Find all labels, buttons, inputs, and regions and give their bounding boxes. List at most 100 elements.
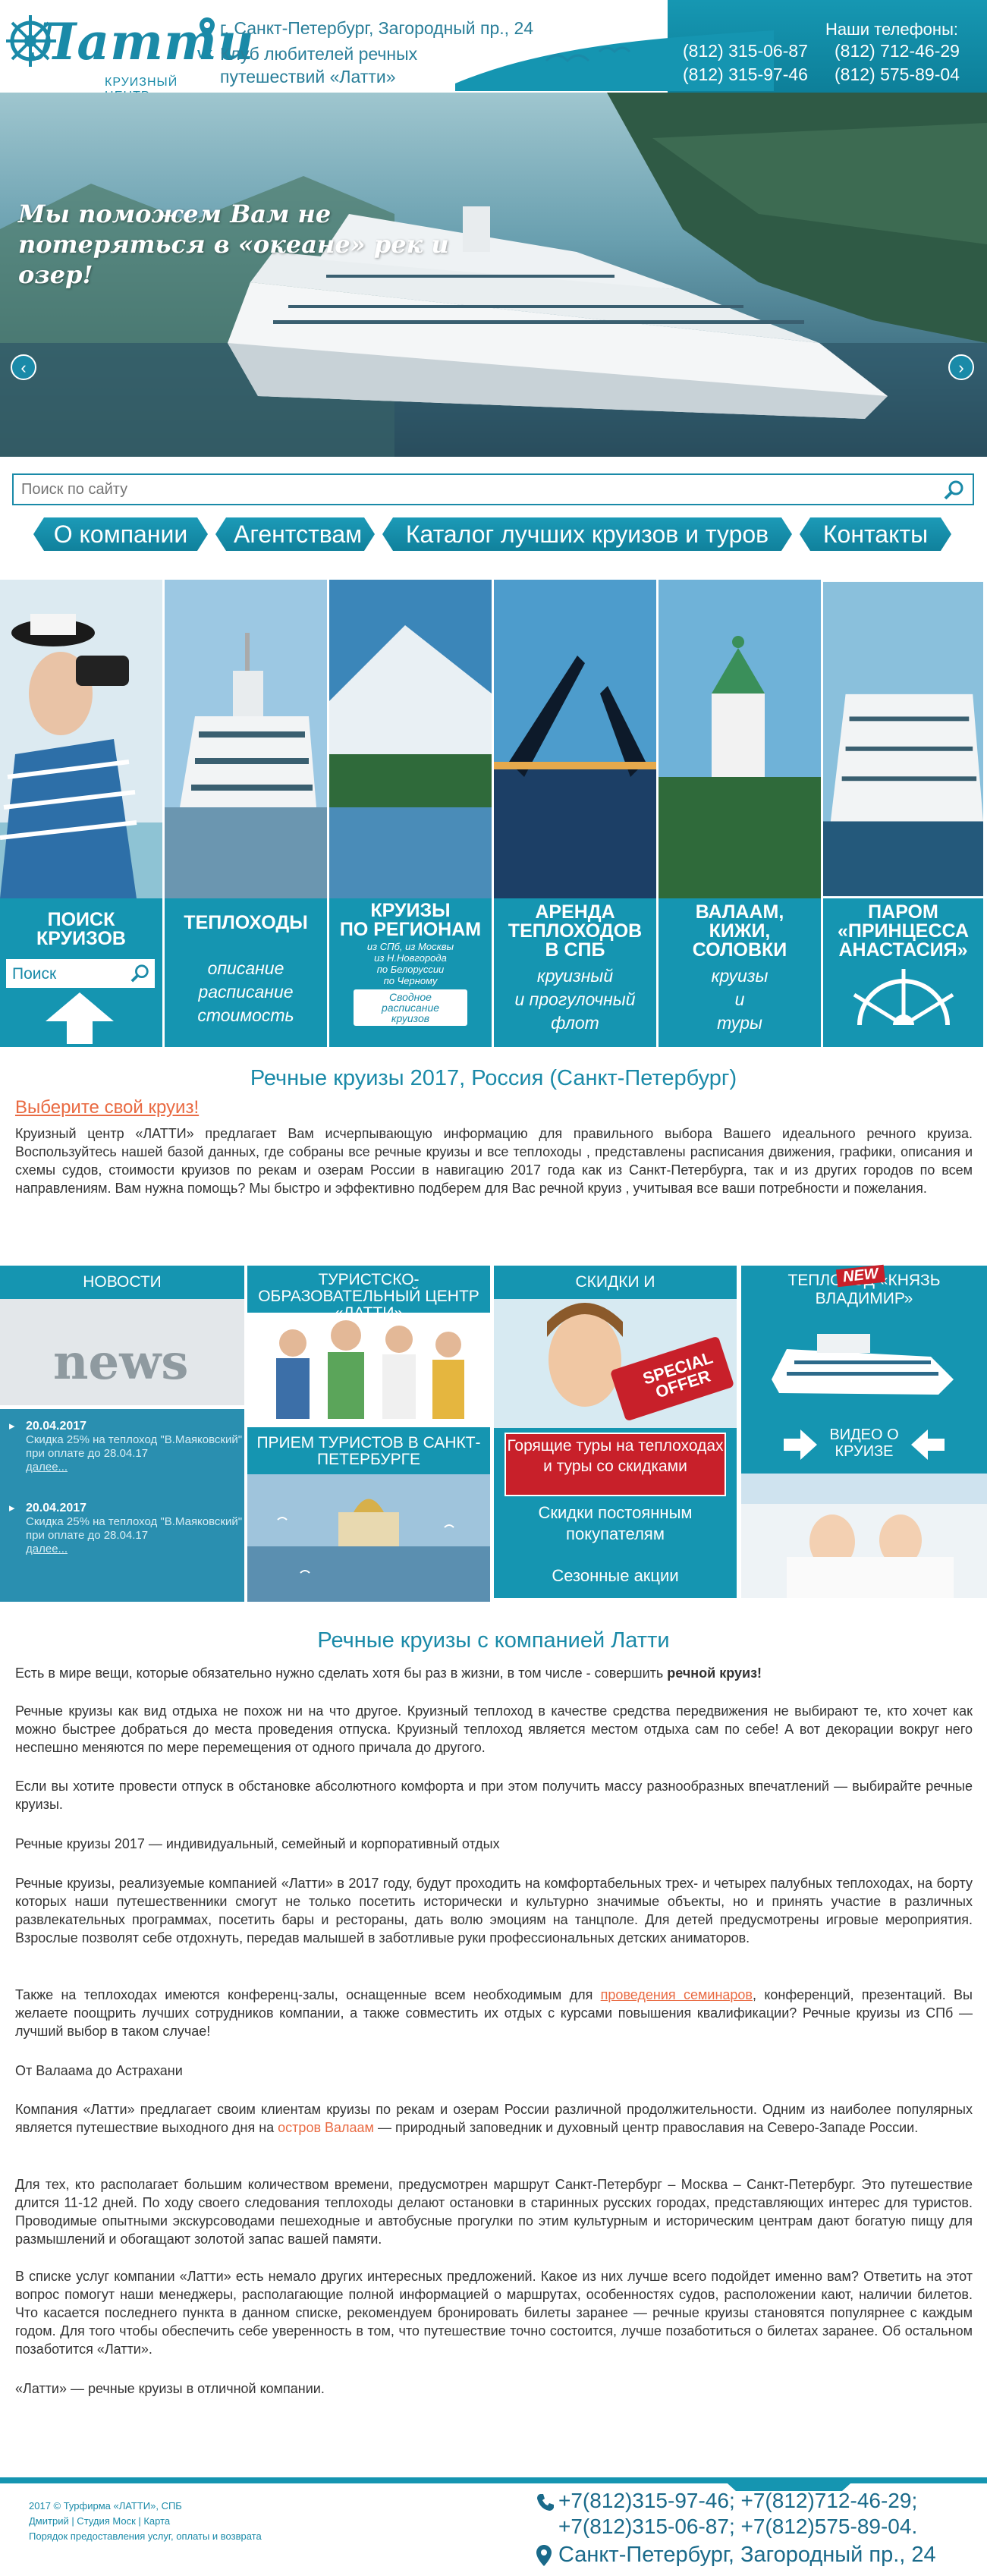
phone-number[interactable]: (812) 575-89-04	[835, 64, 986, 85]
news-item[interactable]: ▸ 20.04.2017 Скидка 25% на теплоход "В.М…	[9, 1420, 244, 1474]
phone-number[interactable]: (812) 712-46-29	[835, 41, 986, 61]
footer-copyright: 2017 © Турфирма «ЛАТТИ», СПБ Дмитрий | С…	[29, 2499, 262, 2544]
footer-links[interactable]: Дмитрий | Студия Моск | Карта	[29, 2514, 262, 2529]
news-header[interactable]: НОВОСТИ	[0, 1266, 244, 1299]
nav-item-contacts[interactable]: Контакты	[800, 517, 951, 551]
text-span: Есть в мире вещи, которые обязательно ну…	[15, 1665, 668, 1681]
tile-ferry[interactable]: ПАРОМ «ПРИНЦЕССА АНАСТАСИЯ»	[823, 580, 983, 1047]
terms-link[interactable]: Порядок предоставления услуг, оплаты и в…	[29, 2529, 262, 2544]
text-paragraph: Если вы хотите провести отпуск в обстано…	[15, 1779, 973, 1812]
news-text: Скидка 25% на теплоход "В.Маяковский" пр…	[26, 1515, 243, 1542]
vk-icon[interactable]: vk	[197, 46, 217, 59]
tile-title: ТЕПЛОХОДЫ	[184, 912, 308, 933]
header: Латти КРУИЗНЫЙ ЦЕНТР г. Санкт-Петербург,…	[0, 0, 987, 102]
search-input[interactable]	[21, 480, 932, 499]
choose-cruise-link[interactable]: Выберите свой круиз!	[15, 1097, 199, 1118]
slider-next-button[interactable]: ›	[948, 354, 974, 380]
tile-image	[165, 580, 327, 898]
text-paragraph: Речные круизы как вид отдыха не похож ни…	[15, 1703, 973, 1755]
slider-prev-button[interactable]: ‹	[11, 354, 36, 380]
tile-regions[interactable]: КРУИЗЫ ПО РЕГИОНАМ из СПб, из Москвы из …	[329, 580, 492, 1047]
copyright-text: 2017 © Турфирма «ЛАТТИ», СПБ	[29, 2500, 182, 2512]
phone-number[interactable]: (812) 315-06-87	[683, 41, 835, 61]
discount-item[interactable]: Сезонные акции	[494, 1566, 737, 1586]
tile-ships[interactable]: ТЕПЛОХОДЫ описание расписание стоимость	[165, 580, 327, 1047]
text-paragraph: В списке услуг компании «Латти» есть нем…	[15, 2269, 973, 2357]
news-block: НОВОСТИ news ▸ 20.04.2017 Скидка 25% на …	[0, 1266, 244, 1602]
logo[interactable]: Латти КРУИЗНЫЙ ЦЕНТР	[6, 8, 254, 102]
edu-block[interactable]: ТУРИСТСКО-ОБРАЗОВАТЕЛЬНЫЙ ЦЕНТР «ЛАТТИ» …	[247, 1266, 490, 1602]
site-search	[12, 473, 974, 505]
tile-title: ПОИСК КРУИЗОВ	[36, 909, 126, 949]
tile-valaam[interactable]: ВАЛААМ, КИЖИ, СОЛОВКИ круизы и туры	[659, 580, 821, 1047]
text-paragraph: Для тех, кто располагает большим количес…	[15, 2177, 973, 2247]
news-item[interactable]: ▸ 20.04.2017 Скидка 25% на теплоход "В.М…	[9, 1502, 244, 1556]
search-icon[interactable]	[130, 964, 150, 983]
tile-subtitle: из СПб, из Москвы из Н.Новгорода по Бело…	[366, 941, 454, 986]
tile-subtitle: описание расписание стоимость	[197, 958, 294, 1025]
text-span: Также на теплоходах имеются конференц-за…	[15, 1987, 601, 2002]
text-paragraph: Есть в мире вещи, которые обязательно ну…	[15, 1664, 973, 1682]
nav-item-about[interactable]: О компании	[33, 517, 208, 551]
hot-tours-button[interactable]: Горящие туры на теплоходах и туры со ски…	[505, 1433, 726, 1496]
nav-item-agencies[interactable]: Агентствам	[215, 517, 375, 551]
text-paragraph: Компания «Латти» предлагает своим клиент…	[15, 2100, 973, 2137]
arrow-right-icon	[784, 1430, 817, 1460]
hero-slogan: Мы поможем Вам не потеряться в «океане» …	[18, 200, 449, 289]
tile-title: АРЕНДА ТЕПЛОХОДОВ В СПБ	[508, 901, 643, 961]
text-paragraph: Речные круизы 2017 — индивидуальный, сем…	[15, 1836, 500, 1851]
main-nav: О компании Агентствам Каталог лучших кру…	[33, 517, 951, 551]
tile-cruise-search[interactable]: ПОИСК КРУИЗОВ Поиск	[0, 580, 162, 1047]
ship-promo[interactable]: ТЕПЛОХОД «КНЯЗЬ ВЛАДИМИР» NEW	[741, 1264, 987, 1414]
tile-rent[interactable]: АРЕНДА ТЕПЛОХОДОВ В СПБ круизный и прогу…	[494, 580, 656, 1047]
tile-panel: ВАЛААМ, КИЖИ, СОЛОВКИ круизы и туры	[659, 898, 821, 1047]
tile-image	[0, 580, 162, 898]
footer-address: Санкт-Петербург, Загородный пр., 24	[558, 2543, 936, 2567]
tile-panel: ТЕПЛОХОДЫ описание расписание стоимость	[165, 898, 327, 1047]
news-list: ▸ 20.04.2017 Скидка 25% на теплоход "В.М…	[0, 1409, 244, 1602]
section-title: Речные круизы с компанией Латти	[317, 1628, 670, 1653]
seminars-link[interactable]: проведения семинаров	[601, 1987, 753, 2002]
video-block[interactable]: ВИДЕО О КРУИЗЕ	[741, 1414, 987, 1598]
tile-image	[823, 581, 983, 897]
news-text: Скидка 25% на теплоход "В.Маяковский" пр…	[26, 1433, 243, 1460]
tile-panel: КРУИЗЫ ПО РЕГИОНАМ из СПб, из Москвы из …	[329, 898, 492, 1047]
svg-text:vk: vk	[197, 46, 213, 59]
ship-wheel-icon	[853, 969, 954, 1047]
discounts-block: СКИДКИ И СПЕЦПРЕДЛОЖЕНИЯ SPECIAL OFFER Г…	[494, 1266, 737, 1598]
news-date: 20.04.2017	[26, 1502, 87, 1514]
video-thumbnail	[741, 1474, 987, 1598]
text-paragraph: Речные круизы, реализуемые компанией «Ла…	[15, 1876, 973, 1945]
text-bold: речной круиз!	[667, 1665, 762, 1681]
ship-image	[772, 1334, 954, 1395]
discounts-body: SPECIAL OFFER Горящие туры на теплоходах…	[494, 1299, 737, 1598]
tile-subtitle: круизы и туры	[711, 966, 769, 1033]
location-pin-icon	[200, 17, 215, 39]
news-more-link[interactable]: далее...	[26, 1461, 244, 1474]
phone-number[interactable]: (812) 315-97-46	[683, 64, 835, 85]
discount-item[interactable]: Скидки постоянным покупателям	[494, 1502, 737, 1545]
valaam-link[interactable]: остров Валаам	[278, 2120, 374, 2135]
video-header: ВИДЕО О КРУИЗЕ	[829, 1426, 899, 1460]
hero-slider: Мы поможем Вам не потеряться в «океане» …	[0, 93, 987, 457]
search-icon[interactable]	[944, 480, 965, 501]
stpetersburg-image	[247, 1474, 490, 1602]
schedule-button[interactable]: Сводное расписание круизов	[354, 989, 467, 1026]
tile-subtitle: круизный и прогулочный флот	[514, 966, 636, 1033]
arrow-up-icon	[46, 992, 114, 1044]
chevron-left-icon: ‹	[20, 358, 27, 377]
intro-text: Круизный центр «ЛАТТИ» предлагает Вам ис…	[15, 1126, 973, 1196]
footer-phones: +7(812)315-97-46; +7(812)712-46-29; +7(8…	[558, 2489, 918, 2538]
section-title: Речные круизы 2017, Россия (Санкт-Петерб…	[250, 1066, 737, 1090]
phones-title: Наши телефоны:	[825, 20, 958, 39]
triangle-right-icon: ▸	[9, 1420, 15, 1433]
footer: 2017 © Турфирма «ЛАТТИ», СПБ Дмитрий | С…	[0, 2470, 987, 2576]
reception-header[interactable]: ПРИЕМ ТУРИСТОВ В САНКТ-ПЕТЕРБУРГЕ	[247, 1427, 490, 1474]
tile-image	[329, 580, 492, 898]
discounts-header[interactable]: СКИДКИ И СПЕЦПРЕДЛОЖЕНИЯ	[494, 1266, 737, 1324]
news-more-link[interactable]: далее...	[26, 1543, 244, 1556]
header-club-link[interactable]: Клуб любителей речных путешествий «Латти…	[220, 42, 493, 88]
nav-item-catalog[interactable]: Каталог лучших круизов и туров	[382, 517, 792, 551]
news-date: 20.04.2017	[26, 1420, 87, 1433]
tile-search-field[interactable]: Поиск	[6, 959, 155, 988]
